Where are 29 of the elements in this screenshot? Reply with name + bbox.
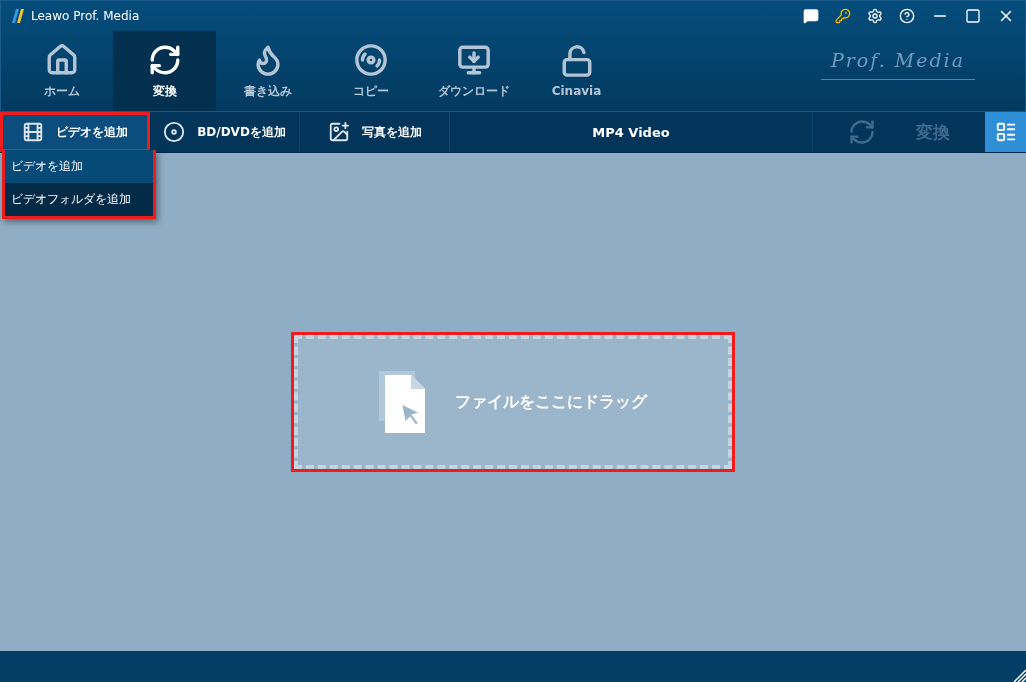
list-icon: [994, 121, 1017, 143]
film-plus-icon: [21, 121, 44, 143]
nav-tab[interactable]: 変換: [113, 31, 216, 111]
disc-plus-icon: [163, 121, 186, 143]
maximize-icon[interactable]: [965, 8, 981, 24]
list-view-button[interactable]: [985, 112, 1026, 152]
menu-item[interactable]: ビデオフォルダを追加: [5, 183, 153, 216]
disc-icon: [353, 42, 388, 77]
nav-tab[interactable]: ダウンロード: [422, 31, 525, 111]
help-icon[interactable]: [899, 8, 915, 24]
speech-bubble-icon[interactable]: [803, 8, 819, 24]
format-selector[interactable]: MP4 Video: [450, 112, 813, 152]
settings-icon[interactable]: [867, 8, 883, 24]
drop-zone-text: ファイルをここにドラッグ: [455, 391, 647, 413]
nav-tab[interactable]: コピー: [319, 31, 422, 111]
nav-tab[interactable]: Cinavia: [525, 31, 628, 111]
menu-item[interactable]: ビデオを追加: [5, 150, 153, 183]
nav-tab[interactable]: ホーム: [10, 31, 113, 111]
logo-text: Prof. Media: [821, 49, 975, 80]
image-plus-icon: [327, 121, 350, 143]
window-title: Leawo Prof. Media: [31, 9, 140, 23]
add-button[interactable]: ビデオを追加: [0, 112, 150, 152]
refresh-icon: [848, 118, 876, 146]
app-logo-icon: [11, 8, 25, 24]
add-button[interactable]: BD/DVDを追加: [150, 112, 300, 152]
resize-grip-icon[interactable]: [1012, 668, 1026, 682]
add-button[interactable]: 写真を追加: [300, 112, 450, 152]
nav-tab[interactable]: 書き込み: [216, 31, 319, 111]
key-icon[interactable]: [835, 8, 851, 24]
